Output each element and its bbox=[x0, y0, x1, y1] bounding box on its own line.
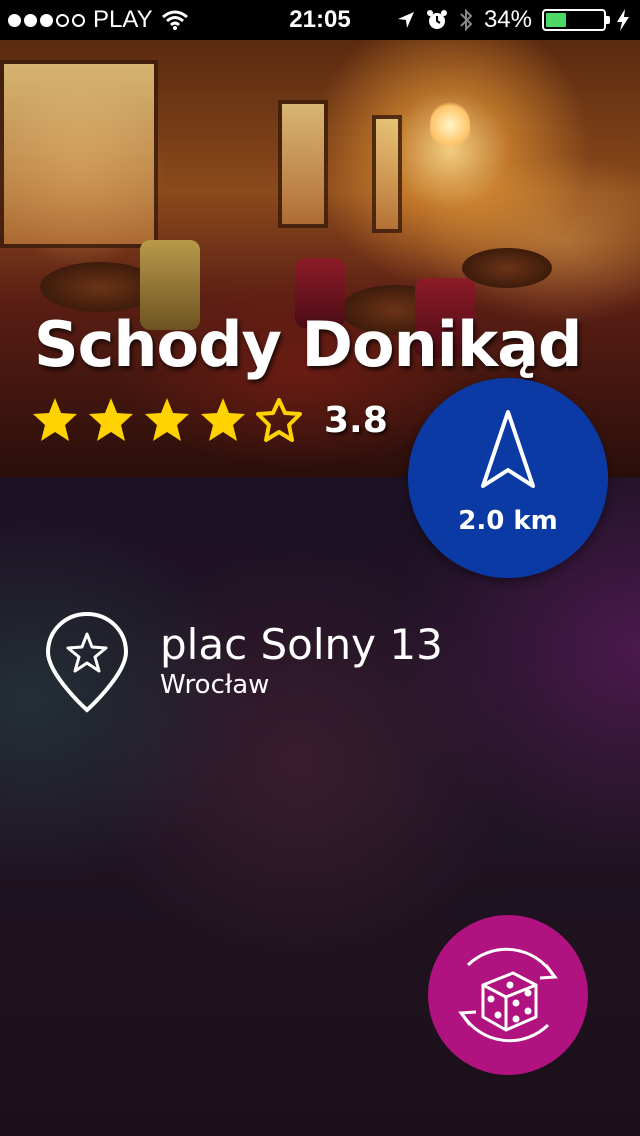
star-icon bbox=[33, 398, 77, 441]
alarm-icon bbox=[426, 10, 447, 29]
map-pin-star-icon bbox=[45, 611, 129, 713]
distance-label: 2.0 km bbox=[458, 506, 558, 536]
bluetooth-icon bbox=[460, 8, 473, 32]
address-city: Wrocław bbox=[160, 670, 270, 700]
navigation-arrow-icon bbox=[481, 410, 535, 488]
battery-icon bbox=[542, 9, 610, 31]
navigate-button[interactable]: 2.0 km bbox=[408, 378, 608, 578]
battery-fill bbox=[546, 13, 567, 27]
chandelier-decoration bbox=[430, 100, 470, 150]
star-icon bbox=[201, 398, 245, 441]
charging-bolt-icon bbox=[617, 9, 629, 31]
address-street[interactable]: plac Solny 13 bbox=[160, 620, 443, 669]
random-venue-button[interactable] bbox=[428, 915, 588, 1075]
rating-value: 3.8 bbox=[324, 399, 388, 441]
dice-refresh-icon bbox=[458, 947, 558, 1043]
window-decoration bbox=[372, 115, 402, 233]
status-bar: PLAY 21:05 34% bbox=[0, 0, 640, 40]
window-decoration bbox=[278, 100, 328, 228]
star-outline-icon bbox=[256, 398, 302, 442]
rating: 3.8 bbox=[30, 395, 388, 445]
status-right: 34% bbox=[396, 6, 630, 34]
location-arrow-icon bbox=[397, 12, 414, 28]
star-icon bbox=[89, 398, 133, 441]
battery-percent: 34% bbox=[483, 6, 532, 33]
star-icon bbox=[145, 398, 189, 441]
venue-name: Schody Donikąd bbox=[34, 308, 582, 381]
table-decoration bbox=[462, 248, 552, 288]
window-decoration bbox=[0, 60, 158, 248]
